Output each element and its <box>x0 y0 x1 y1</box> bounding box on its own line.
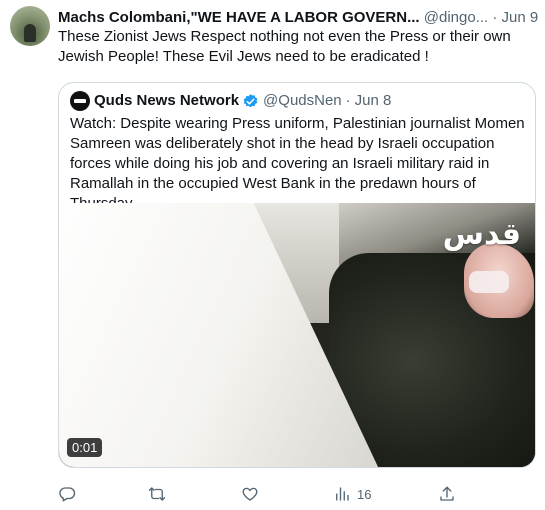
author-name[interactable]: Machs Colombani,"WE HAVE A LABOR GOVERN.… <box>58 9 420 26</box>
avatar-figure <box>24 24 36 42</box>
views-count: 16 <box>357 486 372 502</box>
views-icon <box>336 487 349 501</box>
share-button[interactable] <box>438 484 456 504</box>
video-frame-bandage <box>469 271 509 293</box>
quoted-tweet-date: Jun 8 <box>354 92 392 109</box>
author-handle[interactable]: @dingo... <box>424 9 488 26</box>
reply-button[interactable] <box>58 484 76 504</box>
quoted-tweet-text: Watch: Despite wearing Press uniform, Pa… <box>70 115 525 212</box>
tweet[interactable]: Machs Colombani,"WE HAVE A LABOR GOVERN.… <box>0 0 545 510</box>
quoted-author-handle: @QudsNen <box>263 92 342 109</box>
video-player[interactable]: قدس 0:01 <box>59 203 535 467</box>
retweet-button[interactable] <box>148 484 166 504</box>
retweet-icon <box>148 487 166 501</box>
like-button[interactable] <box>241 484 259 504</box>
like-icon <box>242 487 258 501</box>
quoted-tweet[interactable]: Quds News Network @QudsNen · Jun 8 Watch… <box>58 82 536 468</box>
video-timestamp: 0:01 <box>67 438 103 457</box>
reply-icon <box>59 487 76 502</box>
verified-badge-icon <box>243 93 258 107</box>
separator-dot: · <box>492 9 498 26</box>
share-icon <box>440 486 454 501</box>
tweet-text: These Zionist Jews Respect nothing not e… <box>58 28 511 65</box>
views-button[interactable]: 16 <box>333 484 371 504</box>
quoted-author-name: Quds News Network <box>94 92 240 109</box>
tweet-date[interactable]: Jun 9 <box>502 9 538 26</box>
quoted-author-avatar <box>70 91 90 111</box>
author-avatar[interactable] <box>10 6 50 46</box>
quds-logo-watermark: قدس <box>442 217 522 252</box>
quoted-tweet-header: Quds News Network @QudsNen · Jun 8 <box>70 91 391 111</box>
tweet-header: Machs Colombani,"WE HAVE A LABOR GOVERN.… <box>58 8 538 28</box>
quoted-separator-dot: · <box>345 92 351 109</box>
action-bar: 16 <box>58 484 458 504</box>
